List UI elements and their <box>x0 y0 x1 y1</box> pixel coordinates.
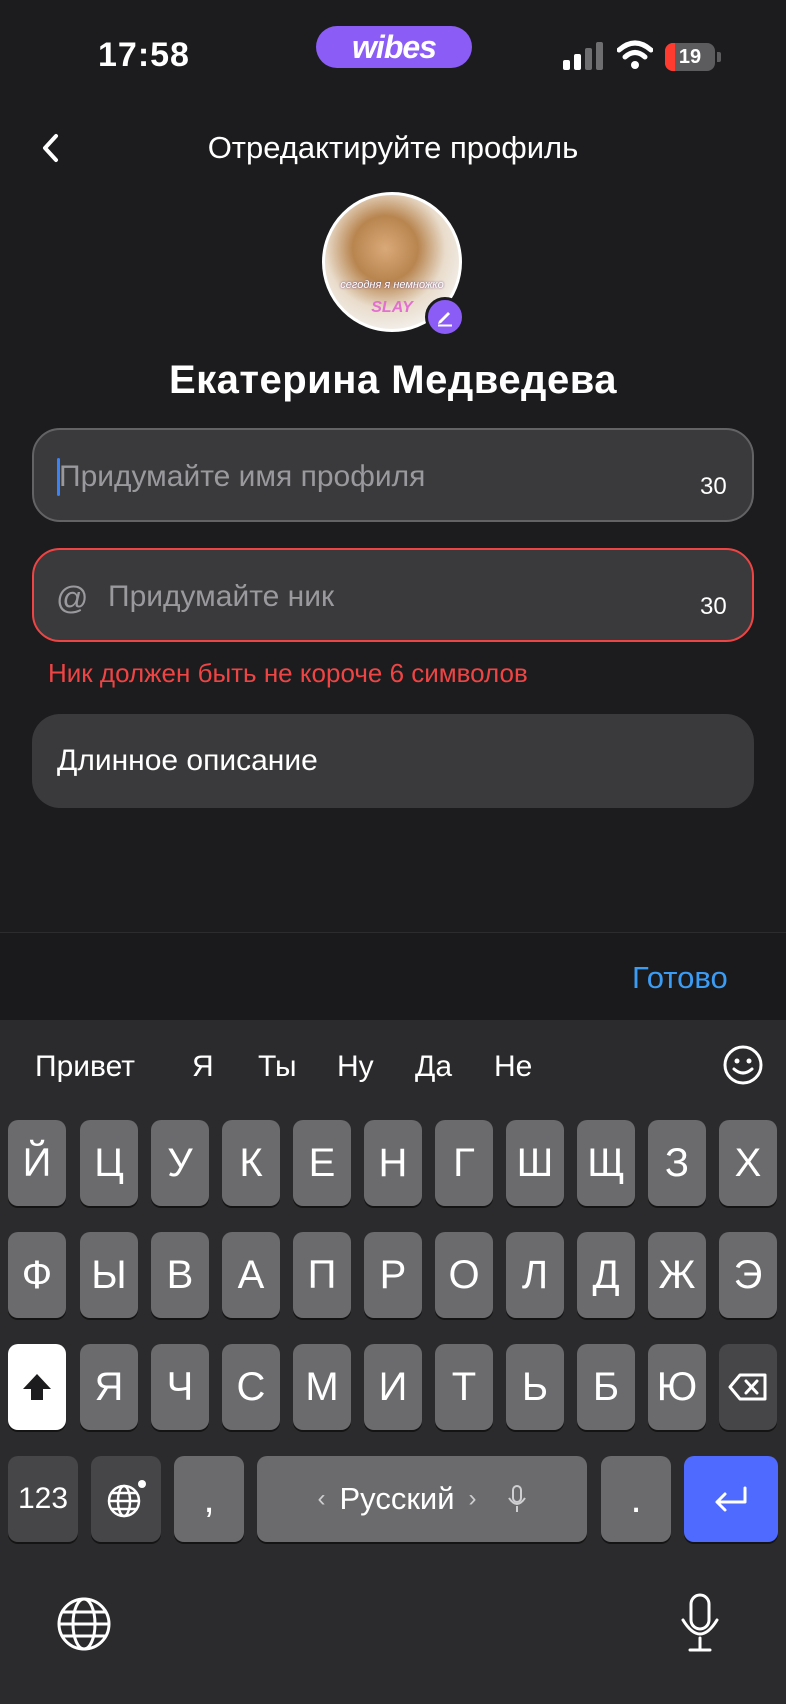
return-icon <box>715 1486 747 1512</box>
key-row1[interactable]: Х <box>719 1120 777 1206</box>
key-row2[interactable]: Э <box>719 1232 777 1318</box>
avatar-caption: сегодня я немножко <box>340 279 444 291</box>
key-row3[interactable]: Ю <box>648 1344 706 1430</box>
key-row1[interactable]: Ш <box>506 1120 564 1206</box>
at-icon: @ <box>56 580 89 616</box>
key-row1[interactable]: Е <box>293 1120 351 1206</box>
numbers-key[interactable]: 123 <box>8 1456 78 1542</box>
emoji-icon[interactable] <box>722 1044 764 1086</box>
suggestion-1[interactable]: Я <box>192 1050 214 1084</box>
key-row1[interactable]: Щ <box>577 1120 635 1206</box>
key-row1[interactable]: З <box>648 1120 706 1206</box>
space-key[interactable]: ‹ Русский › <box>257 1456 587 1542</box>
shift-key[interactable] <box>8 1344 66 1430</box>
battery-icon: 19 <box>665 43 715 71</box>
key-row2[interactable]: А <box>222 1232 280 1318</box>
edit-avatar-button[interactable] <box>425 297 465 337</box>
suggestion-4[interactable]: Да <box>415 1050 452 1084</box>
dictation-mic-icon <box>507 1485 526 1512</box>
backspace-key[interactable] <box>719 1344 777 1430</box>
key-row3[interactable]: Ч <box>151 1344 209 1430</box>
cellular-signal-icon <box>563 42 605 70</box>
suggestion-3[interactable]: Ну <box>337 1050 374 1084</box>
done-button[interactable]: Готово <box>632 960 728 996</box>
key-row3[interactable]: И <box>364 1344 422 1430</box>
return-key[interactable] <box>684 1456 778 1542</box>
key-row3[interactable]: Ь <box>506 1344 564 1430</box>
chevron-left-icon: ‹ <box>317 1485 326 1512</box>
suggestion-0[interactable]: Привет <box>35 1050 135 1084</box>
key-row3[interactable]: Т <box>435 1344 493 1430</box>
status-time: 17:58 <box>98 36 190 74</box>
key-row1[interactable]: Й <box>8 1120 66 1206</box>
description-label: Длинное описание <box>57 744 318 777</box>
backspace-icon <box>728 1373 767 1401</box>
globe-settings-icon <box>107 1480 146 1518</box>
nickname-counter: 30 <box>700 593 727 620</box>
chevron-right-icon: › <box>468 1485 477 1512</box>
wifi-icon <box>617 40 653 69</box>
microphone-icon[interactable] <box>680 1592 720 1654</box>
key-row1[interactable]: Ц <box>80 1120 138 1206</box>
key-row3[interactable]: С <box>222 1344 280 1430</box>
key-row2[interactable]: В <box>151 1232 209 1318</box>
key-row2[interactable]: О <box>435 1232 493 1318</box>
battery-level: 19 <box>678 45 702 68</box>
language-key[interactable] <box>91 1456 161 1542</box>
shift-icon <box>23 1374 51 1400</box>
app-badge: wibes <box>316 26 472 68</box>
profile-name-placeholder: Придумайте имя профиля <box>59 460 426 493</box>
key-row2[interactable]: Р <box>364 1232 422 1318</box>
profile-name: Екатерина Медведева <box>168 358 618 402</box>
suggestion-5[interactable]: Не <box>494 1050 532 1084</box>
key-row1[interactable]: К <box>222 1120 280 1206</box>
key-row2[interactable]: Ж <box>648 1232 706 1318</box>
key-row2[interactable]: Д <box>577 1232 635 1318</box>
key-row3[interactable]: Б <box>577 1344 635 1430</box>
key-row2[interactable]: П <box>293 1232 351 1318</box>
page-title: Отредактируйте профиль <box>207 130 579 165</box>
key-row1[interactable]: Н <box>364 1120 422 1206</box>
key-row2[interactable]: Ы <box>80 1232 138 1318</box>
key-row2[interactable]: Л <box>506 1232 564 1318</box>
globe-icon[interactable] <box>56 1596 112 1652</box>
key-row3[interactable]: Я <box>80 1344 138 1430</box>
pencil-icon <box>438 312 452 327</box>
comma-key[interactable]: , <box>174 1456 244 1542</box>
key-row3[interactable]: М <box>293 1344 351 1430</box>
suggestion-2[interactable]: Ты <box>258 1050 297 1084</box>
nickname-error: Ник должен быть не короче 6 символов <box>48 658 528 688</box>
nickname-placeholder: Придумайте ник <box>108 580 335 613</box>
space-key-label: Русский <box>339 1481 455 1516</box>
battery-tip <box>717 52 721 62</box>
key-row2[interactable]: Ф <box>8 1232 66 1318</box>
period-key[interactable]: . <box>601 1456 671 1542</box>
key-row1[interactable]: Г <box>435 1120 493 1206</box>
profile-name-counter: 30 <box>700 473 727 500</box>
key-row1[interactable]: У <box>151 1120 209 1206</box>
